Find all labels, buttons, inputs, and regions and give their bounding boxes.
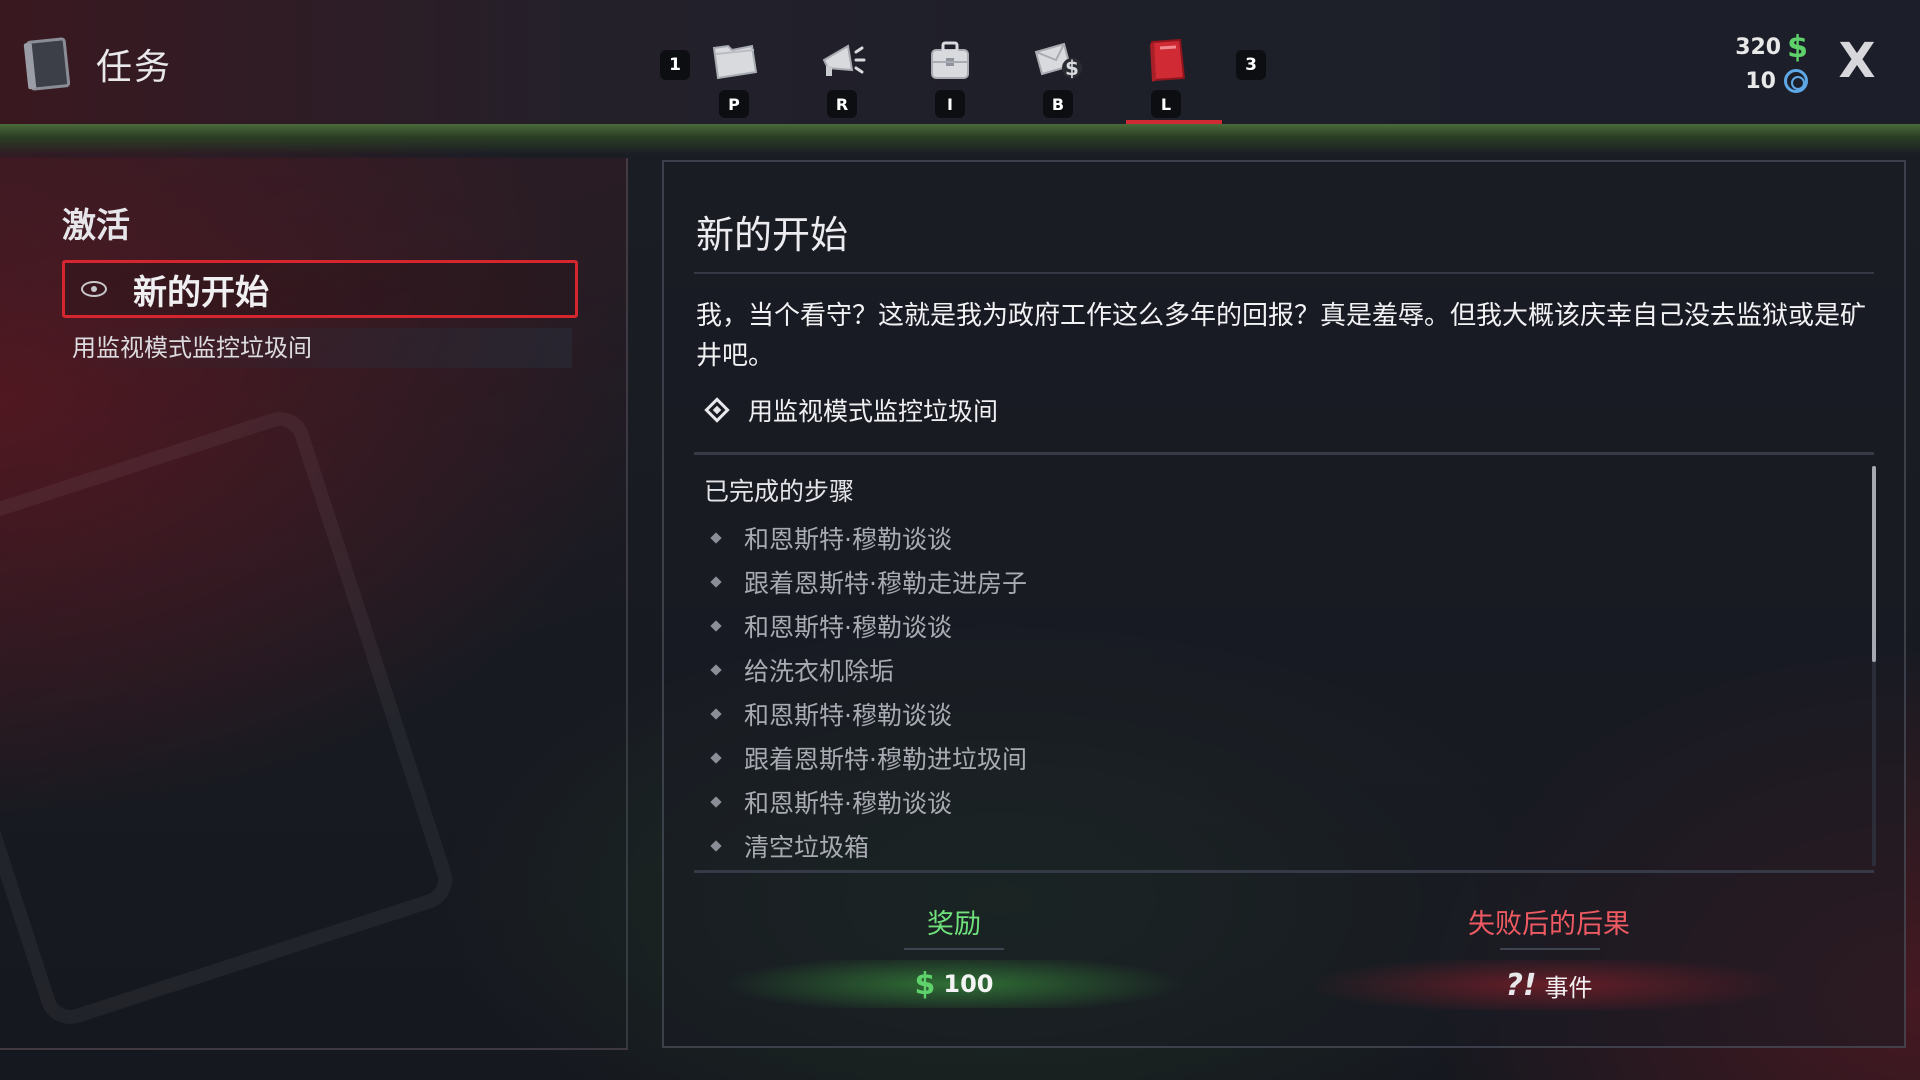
prev-tab-key[interactable]: 1 xyxy=(660,50,690,80)
reward-value: $ 100 xyxy=(724,960,1184,1008)
tab-budget[interactable]: $ B xyxy=(1020,30,1096,125)
current-objective-text: 用监视模式监控垃圾间 xyxy=(748,397,999,426)
quest-list-item-name: 新的开始 xyxy=(133,272,269,313)
quest-description: 我，当个看守？这就是我为政府工作这么多年的回报？真是羞辱。但我大概该庆幸自己没去… xyxy=(696,301,1867,371)
bullet-icon xyxy=(710,708,722,720)
eye-icon xyxy=(81,281,107,297)
list-item: 和恩斯特·穆勒谈谈 xyxy=(710,604,1027,648)
completed-steps-list: 和恩斯特·穆勒谈谈 跟着恩斯特·穆勒走进房子 和恩斯特·穆勒谈谈 给洗衣机除垢 … xyxy=(710,516,1027,868)
tab-key: P xyxy=(719,90,749,118)
tab-key: L xyxy=(1151,90,1181,118)
background-book-watermark xyxy=(0,404,460,1032)
list-item: 清空垃圾箱 xyxy=(710,824,1027,868)
dollar-icon: $ xyxy=(914,966,936,1002)
diamond-icon xyxy=(704,397,730,423)
list-item: 跟着恩斯特·穆勒走进房子 xyxy=(710,560,1027,604)
steps-scrollbar[interactable] xyxy=(1872,466,1876,866)
bullet-icon xyxy=(710,532,722,544)
current-objective: 用监视模式监控垃圾间 xyxy=(704,392,999,428)
bullet-icon xyxy=(710,752,722,764)
dollar-icon: $ xyxy=(1787,29,1808,65)
interrobang-icon: ?! xyxy=(1505,967,1537,1003)
completed-steps-label: 已完成的步骤 xyxy=(704,477,855,506)
tab-key: R xyxy=(827,90,857,118)
tab-key: B xyxy=(1043,90,1073,118)
quest-title: 新的开始 xyxy=(696,213,849,257)
quest-detail-panel: 新的开始 我，当个看守？这就是我为政府工作这么多年的回报？真是羞辱。但我大概该庆… xyxy=(662,160,1906,1048)
quest-list-panel: 激活 新的开始 用监视模式监控垃圾间 xyxy=(0,158,628,1050)
bullet-icon xyxy=(710,796,722,808)
section-active-label: 激活 xyxy=(62,206,130,246)
reward-amount: 100 xyxy=(943,970,994,998)
svg-text:$: $ xyxy=(1065,56,1079,80)
next-tab-key[interactable]: 3 xyxy=(1236,50,1266,80)
book-icon xyxy=(22,37,71,91)
folder-icon xyxy=(712,44,758,80)
token-icon xyxy=(1784,69,1808,93)
failure-consequence-value: ?! 事件 xyxy=(1314,960,1784,1010)
token-counter: 10 xyxy=(1735,64,1808,98)
failure-consequence-label: 失败后的后果 xyxy=(1468,909,1630,940)
tab-folder[interactable]: P xyxy=(696,30,772,125)
list-item: 和恩斯特·穆勒谈谈 xyxy=(710,516,1027,560)
money-envelope-icon: $ xyxy=(1034,42,1082,80)
list-item: 跟着恩斯特·穆勒进垃圾间 xyxy=(710,736,1027,780)
money-amount: 320 xyxy=(1735,34,1782,60)
reward-label: 奖励 xyxy=(927,909,981,940)
divider xyxy=(694,272,1874,274)
grunge-divider xyxy=(0,124,1920,154)
megaphone-icon xyxy=(822,44,866,76)
tab-toolbox[interactable]: I xyxy=(912,30,988,125)
tab-megaphone[interactable]: R xyxy=(804,30,880,125)
tab-key: I xyxy=(935,90,965,118)
token-amount: 10 xyxy=(1745,68,1776,94)
currency-display: 320 $ 10 xyxy=(1735,30,1808,98)
divider xyxy=(694,452,1874,455)
bullet-icon xyxy=(710,576,722,588)
red-book-icon xyxy=(1150,38,1186,82)
quest-list-item-selected[interactable]: 新的开始 xyxy=(62,260,578,318)
bullet-icon xyxy=(710,664,722,676)
list-item: 给洗衣机除垢 xyxy=(710,648,1027,692)
money-counter: 320 $ xyxy=(1735,29,1808,65)
top-bar: 任务 1 P R I $ B L 3 320 $ 10 X xyxy=(0,0,1920,124)
divider xyxy=(694,870,1874,873)
failure-underline xyxy=(1500,948,1600,950)
bullet-icon xyxy=(710,620,722,632)
bullet-icon xyxy=(710,840,722,852)
failure-consequence-text: 事件 xyxy=(1544,973,1593,1002)
list-item: 和恩斯特·穆勒谈谈 xyxy=(710,692,1027,736)
tab-quest-log[interactable]: L xyxy=(1126,30,1222,125)
page-header: 任务 xyxy=(22,34,172,94)
page-title: 任务 xyxy=(96,47,173,88)
close-button[interactable]: X xyxy=(1830,33,1884,89)
scrollbar-thumb[interactable] xyxy=(1872,466,1876,662)
list-item: 和恩斯特·穆勒谈谈 xyxy=(710,780,1027,824)
reward-underline xyxy=(904,948,1004,950)
toolbox-icon xyxy=(931,41,969,79)
quest-list-item-objective: 用监视模式监控垃圾间 xyxy=(62,328,572,368)
